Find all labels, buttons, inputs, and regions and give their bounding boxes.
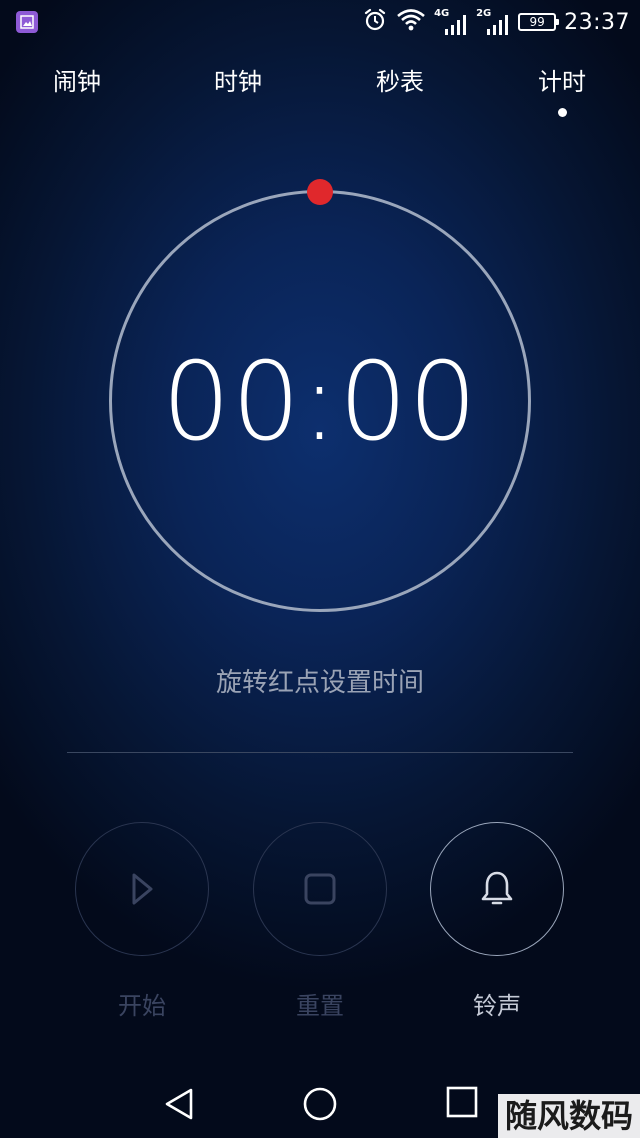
play-icon (132, 873, 153, 905)
timer-screen: 4G 2G 99 23:37 闹钟 时钟 秒表 计时 00:00 旋转红点设置时… (0, 0, 640, 1138)
tab-bar: 闹钟 时钟 秒表 计时 (0, 62, 640, 122)
timer-display: 00:00 (161, 340, 479, 465)
battery-icon: 99 (518, 13, 560, 31)
tab-timer[interactable]: 计时 (502, 62, 622, 97)
back-icon[interactable] (162, 1086, 196, 1126)
hint-text: 旋转红点设置时间 (215, 668, 424, 698)
status-time: 23:37 (564, 9, 630, 35)
bell-icon (481, 871, 513, 905)
status-bar: 4G 2G 99 23:37 (0, 0, 640, 44)
reset-button[interactable] (253, 822, 387, 956)
watermark: 随风数码网 (498, 1094, 640, 1138)
wifi-icon (396, 8, 426, 36)
tab-stopwatch[interactable]: 秒表 (340, 62, 460, 97)
stop-icon (304, 873, 336, 905)
home-icon[interactable] (302, 1086, 338, 1126)
signal-4g: 4G (434, 8, 468, 36)
signal-icon (445, 15, 467, 35)
signal-icon (487, 15, 509, 35)
active-tab-indicator (558, 108, 567, 117)
alarm-clock-icon (362, 7, 388, 37)
reset-label: 重置 (296, 992, 344, 1020)
recents-icon[interactable] (446, 1086, 478, 1122)
signal-2g: 2G (476, 8, 510, 36)
start-button[interactable] (75, 822, 209, 956)
divider (67, 752, 573, 753)
tab-world-clock[interactable]: 时钟 (178, 62, 298, 97)
tab-alarm[interactable]: 闹钟 (17, 62, 137, 97)
ringtone-button[interactable] (430, 822, 564, 956)
gallery-icon (16, 11, 38, 33)
ringtone-label: 铃声 (473, 992, 521, 1020)
dial-handle[interactable] (307, 179, 333, 205)
start-label: 开始 (118, 992, 166, 1020)
